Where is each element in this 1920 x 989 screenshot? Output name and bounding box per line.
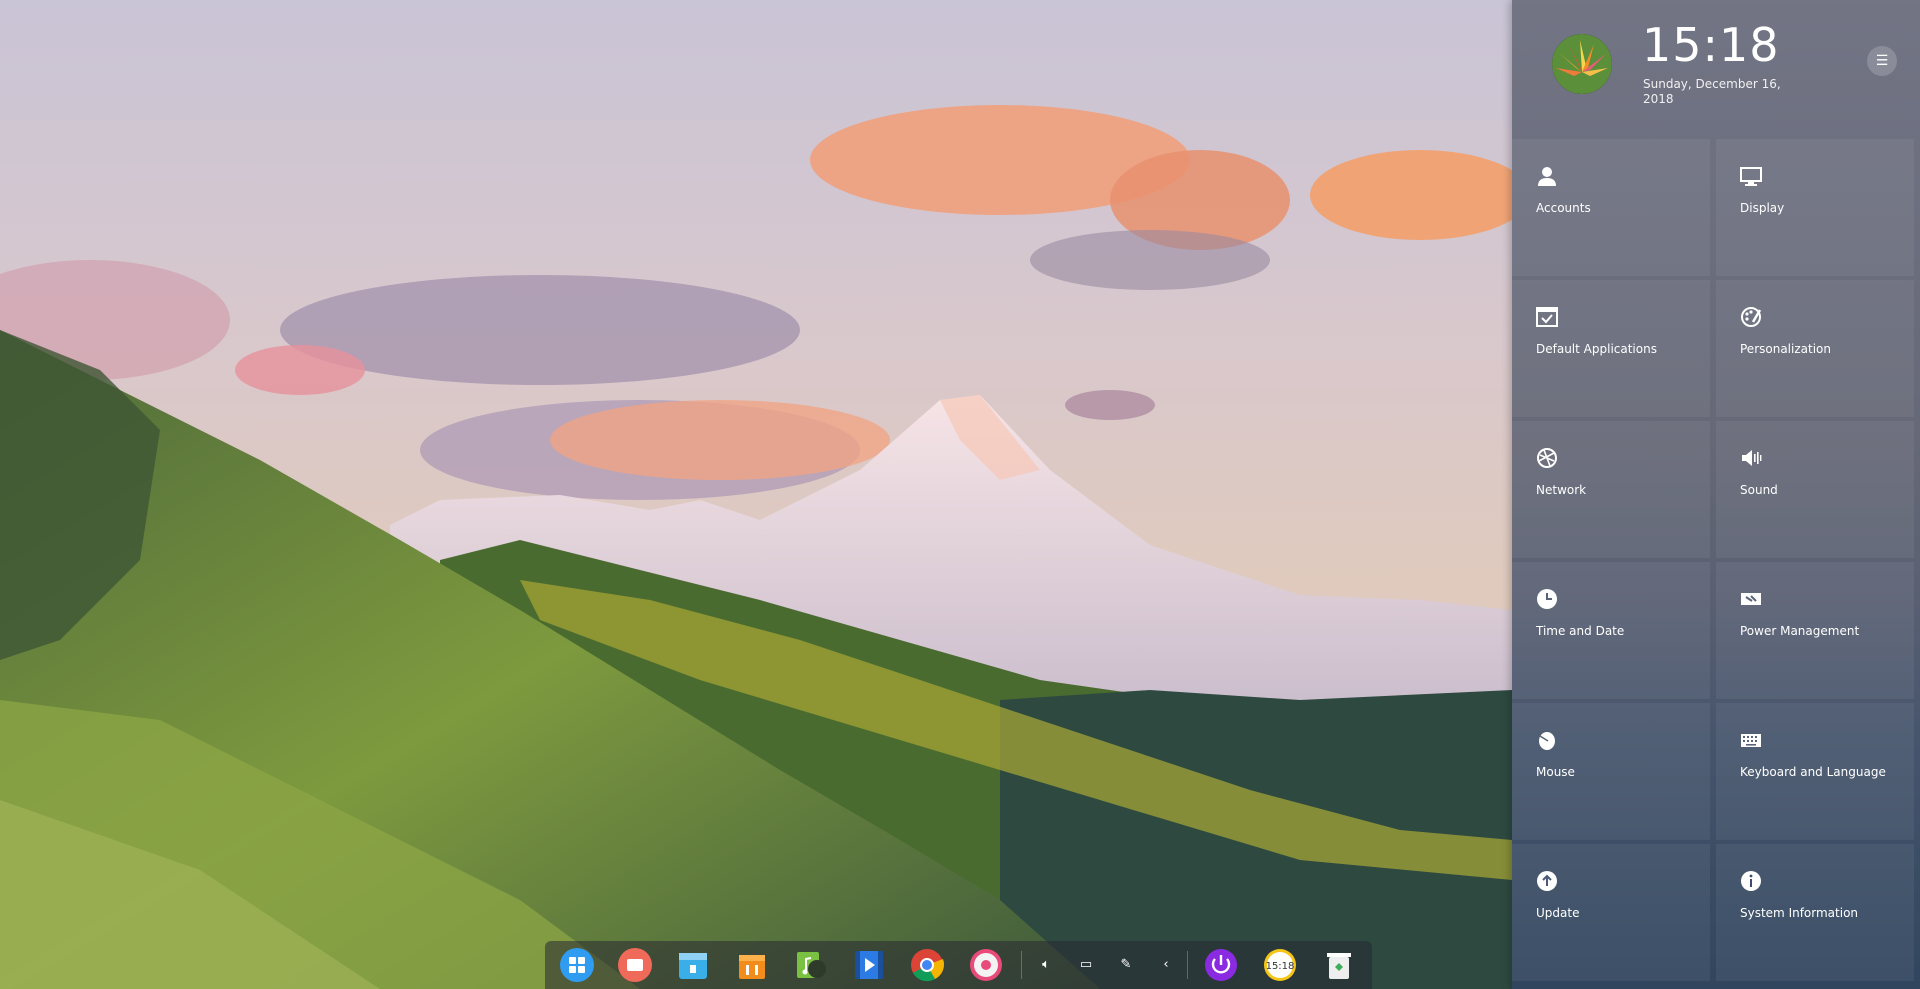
tile-label: Display — [1740, 201, 1785, 215]
tile-system-information[interactable]: System Information — [1716, 844, 1914, 981]
tile-label: Sound — [1740, 483, 1778, 497]
control-center-panel: 15:18 Sunday, December 16, 2018 ☰ Accoun… — [1512, 0, 1920, 989]
panel-header: 15:18 Sunday, December 16, 2018 ☰ — [1512, 0, 1920, 135]
avatar-image — [1552, 34, 1612, 94]
user-avatar[interactable] — [1552, 34, 1612, 94]
tile-default-applications[interactable]: Default Applications — [1512, 280, 1710, 417]
tile-label: System Information — [1740, 906, 1859, 920]
user-icon — [1538, 167, 1556, 186]
chevron-left-icon[interactable]: ‹ — [1156, 955, 1176, 975]
dock-separator — [1021, 951, 1022, 979]
screen-recorder-icon[interactable] — [617, 947, 653, 983]
clock-app-icon[interactable]: 15:18 — [1262, 947, 1298, 983]
app-store-icon[interactable] — [734, 947, 770, 983]
tile-label: Time and Date — [1536, 624, 1625, 638]
menu-icon[interactable]: ☰ — [1867, 46, 1897, 76]
clock-date: Sunday, December 16, 2018 — [1643, 77, 1781, 106]
tile-personalization[interactable]: Personalization — [1716, 280, 1914, 417]
tile-keyboard-and-language[interactable]: Keyboard and Language — [1716, 703, 1914, 840]
keyboard-icon — [1741, 734, 1761, 747]
pen-icon[interactable]: ✎ — [1116, 955, 1136, 975]
tile-network[interactable]: Network — [1512, 421, 1710, 558]
tile-label: Mouse — [1536, 765, 1575, 779]
chrome-icon[interactable] — [909, 947, 945, 983]
palette-icon — [1741, 307, 1762, 327]
tile-label: Power Management — [1740, 624, 1860, 638]
tile-mouse[interactable]: Mouse — [1512, 703, 1710, 840]
clock-time: 15:18 — [1642, 18, 1780, 72]
clock-app-text: 15:18 — [1266, 961, 1295, 972]
network-icon — [1537, 448, 1557, 468]
speaker-icon — [1742, 450, 1762, 466]
mountain-landscape — [0, 0, 1512, 989]
clock-icon — [1537, 589, 1557, 609]
volume-icon[interactable]: 🔈︎ — [1036, 955, 1056, 975]
file-manager-icon[interactable] — [675, 947, 711, 983]
launcher-icon[interactable] — [559, 947, 595, 983]
monitor-icon — [1740, 167, 1762, 186]
tile-time-and-date[interactable]: Time and Date — [1512, 562, 1710, 699]
tile-sound[interactable]: Sound — [1716, 421, 1914, 558]
dock-separator — [1187, 951, 1188, 979]
battery-status-icon[interactable]: ▭ — [1076, 955, 1096, 975]
tile-label: Personalization — [1740, 342, 1831, 356]
settings-icon[interactable] — [968, 947, 1004, 983]
tile-display[interactable]: Display — [1716, 139, 1914, 276]
dock: 🔈︎ ▭ ✎ ‹ 15:18 — [545, 941, 1372, 989]
mouse-icon — [1539, 732, 1555, 750]
battery-icon — [1741, 593, 1761, 605]
tile-update[interactable]: Update — [1512, 844, 1710, 981]
tile-label: Default Applications — [1536, 342, 1657, 356]
settings-grid: Accounts Display Default Applications Pe… — [1512, 139, 1920, 981]
tile-accounts[interactable]: Accounts — [1512, 139, 1710, 276]
movie-icon[interactable] — [851, 947, 887, 983]
info-icon — [1741, 871, 1761, 891]
tile-label: Keyboard and Language — [1740, 765, 1886, 779]
tile-power-management[interactable]: Power Management — [1716, 562, 1914, 699]
default-apps-icon — [1536, 307, 1558, 327]
trash-icon[interactable] — [1321, 947, 1357, 983]
tile-label: Update — [1536, 906, 1580, 920]
update-icon — [1537, 871, 1557, 891]
shutdown-icon[interactable] — [1203, 947, 1239, 983]
tile-label: Network — [1536, 483, 1587, 497]
music-icon[interactable] — [792, 947, 828, 983]
tile-label: Accounts — [1536, 201, 1591, 215]
